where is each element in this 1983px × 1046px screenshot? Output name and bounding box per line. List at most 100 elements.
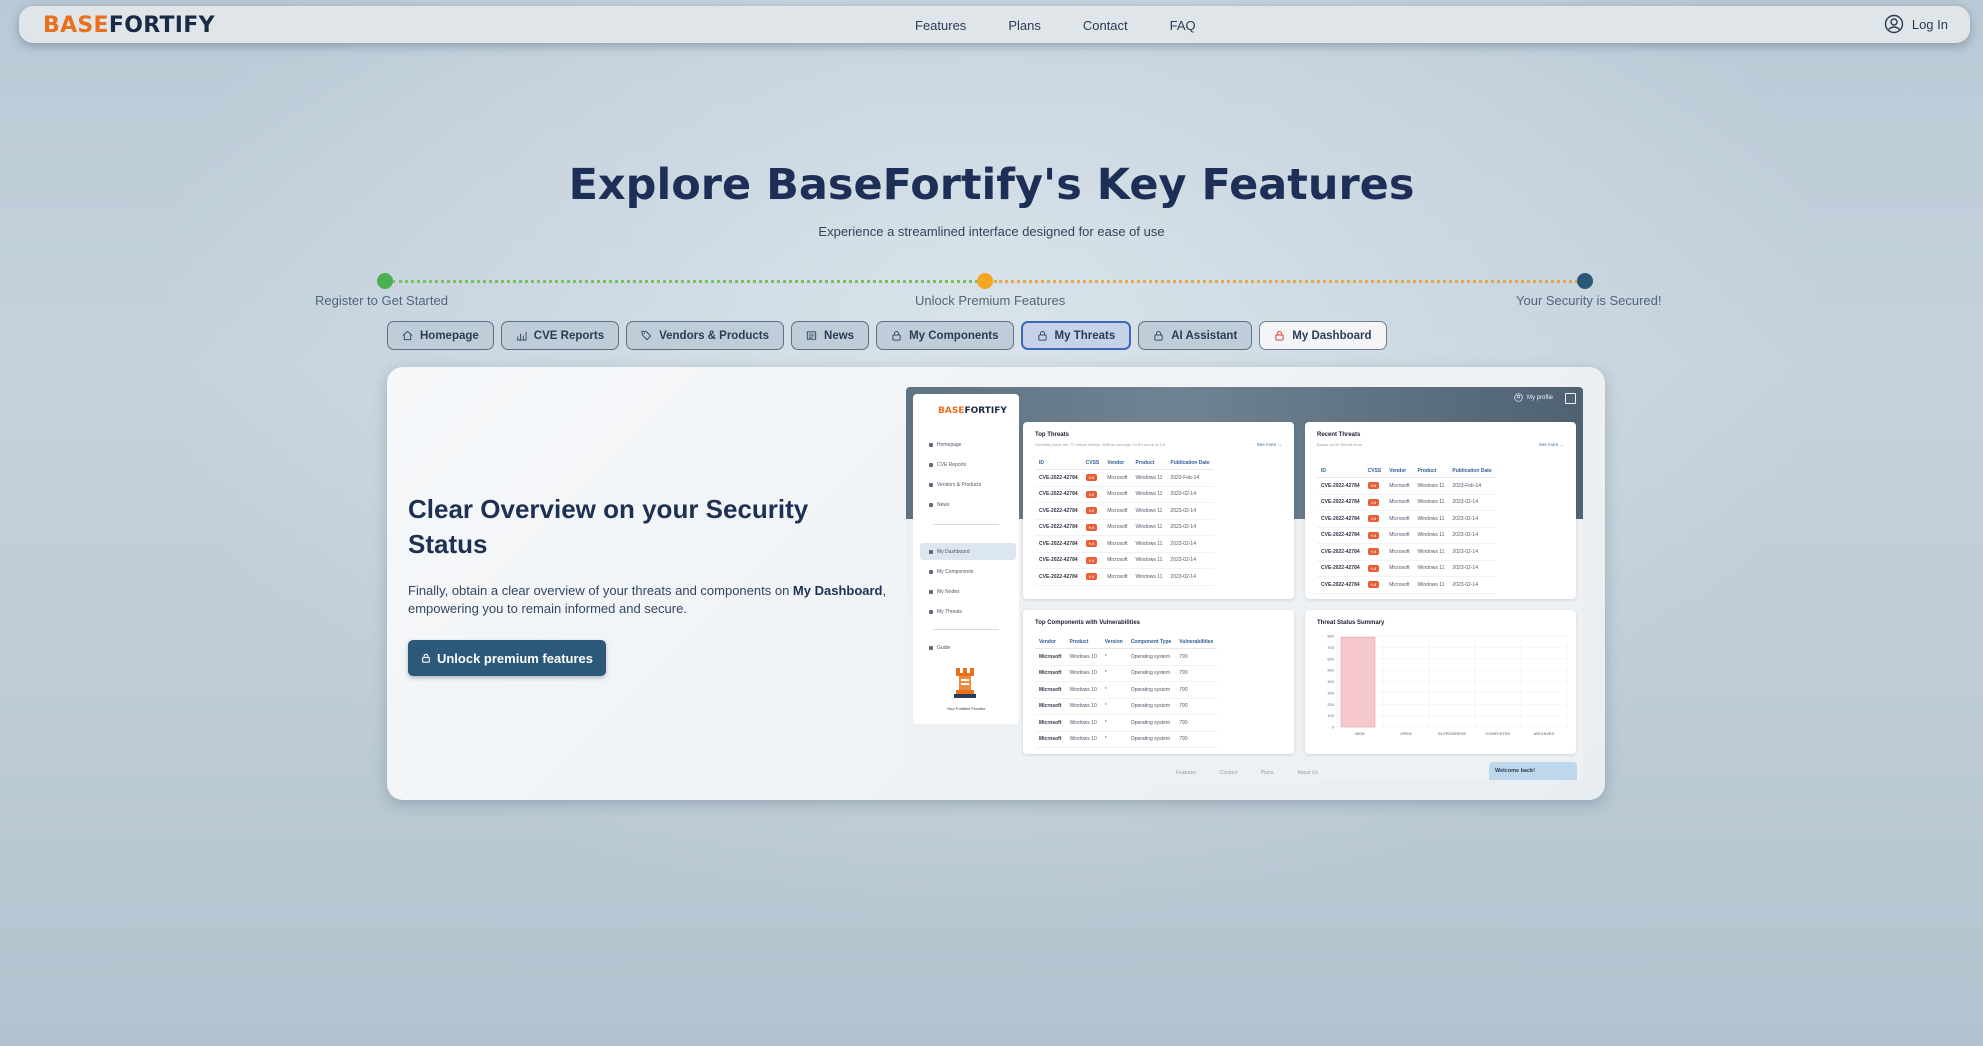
y-tick-label: 500 (1327, 668, 1334, 673)
logout-icon (1565, 393, 1576, 404)
tab-label: AI Assistant (1171, 329, 1238, 342)
tab-cve-reports[interactable]: CVE Reports (500, 321, 620, 350)
unlock-premium-button[interactable]: Unlock premium features (408, 640, 606, 676)
stepper-line-2 (994, 280, 1578, 283)
table-cell: 2023-02-14 (1166, 486, 1214, 503)
lock-icon (1154, 330, 1163, 341)
table-cell: Microsoft (1035, 648, 1066, 666)
table-cell: Windows 11 (1413, 576, 1449, 594)
tab-label: News (824, 329, 855, 342)
cvss-badge: 9.8 (1367, 515, 1380, 523)
tab-label: My Components (909, 329, 999, 342)
table-cell: Microsoft (1385, 543, 1414, 561)
preview-sidebar-item: My Dashboard (929, 549, 970, 555)
table-cell: 9.8 (1363, 576, 1386, 594)
table-cell: 9.8 (1363, 510, 1386, 528)
dashboard-preview: My profile BASEFORTIFY Homepage CVE Repo… (906, 387, 1583, 780)
table-cell: 9.8 (1363, 477, 1386, 495)
table-cell: 9.8 (1081, 519, 1104, 536)
preview-sidebar-divider (933, 629, 999, 630)
column-header: Component Type (1126, 635, 1176, 649)
chart-title: Threat Status Summary (1317, 620, 1385, 626)
panel-subtitle: Based on 82 threats from (1317, 442, 1362, 447)
tab-label: My Dashboard (1292, 329, 1372, 342)
table-cell: Microsoft (1103, 568, 1132, 586)
nav-link-features[interactable]: Features (915, 18, 966, 33)
login-button[interactable]: Log In (1884, 14, 1948, 34)
preview-sidebar-item: News (929, 502, 950, 508)
chess-rook-mascot-icon (954, 668, 976, 698)
tab-homepage[interactable]: Homepage (387, 321, 494, 350)
table-cell: Windows 11 (1413, 527, 1449, 544)
table-cell: Windows 11 (1131, 469, 1167, 487)
tab-ai-assistant[interactable]: AI Assistant (1138, 321, 1253, 350)
table-cell: Operating system (1126, 648, 1176, 666)
table-cell: Microsoft (1385, 527, 1414, 544)
bar (1340, 636, 1376, 728)
tab-my-dashboard[interactable]: My Dashboard (1259, 321, 1387, 350)
welcome-toast: Welcome back! (1489, 762, 1577, 780)
recent-threats-table: ID CVSS Vendor Product Publication Date CVE-2… (1317, 464, 1496, 594)
table-cell: * (1100, 698, 1127, 715)
table-cell: CVE-2022-42784 (1317, 576, 1364, 594)
y-tick-label: 100 (1327, 713, 1334, 718)
nav-link-contact[interactable]: Contact (1083, 18, 1128, 33)
panel-title: Top Components with Vulnerabilities (1035, 620, 1141, 626)
progress-stepper: Register to Get Started Unlock Premium F… (0, 270, 1983, 310)
table-cell: 2023-02-14 (1448, 494, 1496, 511)
nav-link-faq[interactable]: FAQ (1170, 18, 1196, 33)
table-cell: * (1100, 665, 1127, 682)
tab-news[interactable]: News (791, 321, 870, 350)
table-row: Microsoft Windows 10 * Operating system 790 (1035, 714, 1218, 732)
table-cell: Windows 10 (1065, 698, 1101, 715)
cvss-badge: 9.8 (1367, 564, 1380, 572)
tab-vendors-products[interactable]: Vendors & Products (626, 321, 785, 350)
tab-label: My Threats (1054, 329, 1116, 342)
user-circle-icon (1514, 393, 1523, 402)
table-row: CVE-2022-42784 9.8 Microsoft Windows 11 2023… (1317, 576, 1496, 594)
table-cell: 2023-02-14 (1448, 510, 1496, 528)
table-cell: Microsoft (1035, 731, 1066, 748)
preview-sidebar-item: My Nodes (929, 589, 960, 595)
table-row: CVE-2022-42784 9.8 Microsoft Windows 11 2023… (1317, 527, 1496, 544)
table-cell: Microsoft (1103, 519, 1132, 536)
table-cell: 2023-02-14 (1448, 560, 1496, 577)
table-cell: Microsoft (1103, 502, 1132, 520)
table-cell: Microsoft (1103, 535, 1132, 553)
tab-my-components[interactable]: My Components (876, 321, 1014, 350)
table-cell: Microsoft (1035, 665, 1066, 682)
preview-sidebar-item: Homepage (929, 442, 961, 448)
table-cell: Windows 11 (1131, 502, 1167, 520)
table-cell: 2023-02-14 (1166, 519, 1214, 536)
feature-highlight: My Dashboard (792, 583, 883, 598)
tab-my-threats[interactable]: My Threats (1020, 321, 1132, 350)
table-row: Microsoft Windows 10 * Operating system 790 (1035, 698, 1218, 715)
table-cell: CVE-2022-42784 (1035, 486, 1082, 503)
site-logo[interactable]: BASEFORTIFY (43, 13, 215, 38)
cvss-badge: 9.8 (1367, 531, 1380, 539)
table-row: CVE-2022-42784 9.8 Microsoft Windows 11 2023… (1317, 477, 1496, 495)
column-header: Product (1131, 456, 1167, 470)
tab-label: Vendors & Products (659, 329, 770, 342)
panel-title: Recent Threats (1317, 432, 1361, 438)
table-cell: CVE-2022-42784 (1317, 560, 1364, 577)
step-label-secured: Your Security is Secured! (1516, 293, 1662, 308)
table-row: CVE-2022-42784 9.8 Microsoft Windows 11 2023… (1317, 543, 1496, 561)
table-cell: Windows 11 (1413, 477, 1449, 495)
table-cell: 790 (1175, 665, 1218, 682)
nav-link-plans[interactable]: Plans (1008, 18, 1041, 33)
table-row: Microsoft Windows 10 * Operating system 790 (1035, 681, 1218, 699)
table-row: CVE-2022-42784 9.8 Microsoft Windows 11 2023… (1317, 560, 1496, 577)
preview-sidebar-item: My Threats (929, 609, 962, 615)
cvss-badge: 9.8 (1085, 507, 1098, 515)
cvss-badge: 9.8 (1367, 482, 1380, 490)
table-cell: Operating system (1126, 665, 1176, 682)
top-navbar: BASEFORTIFY Features Plans Contact FAQ L… (19, 6, 1970, 43)
table-cell: 9.8 (1081, 486, 1104, 503)
table-cell: 9.8 (1081, 568, 1104, 586)
preview-sidebar-item: CVE Reports (929, 462, 966, 468)
x-tick-label: COMPLETED (1486, 731, 1511, 736)
table-cell: Windows 11 (1131, 552, 1167, 569)
table-cell: 9.8 (1363, 543, 1386, 561)
top-threats-panel: Top Threats Currently there are 77 criti… (1023, 422, 1294, 599)
